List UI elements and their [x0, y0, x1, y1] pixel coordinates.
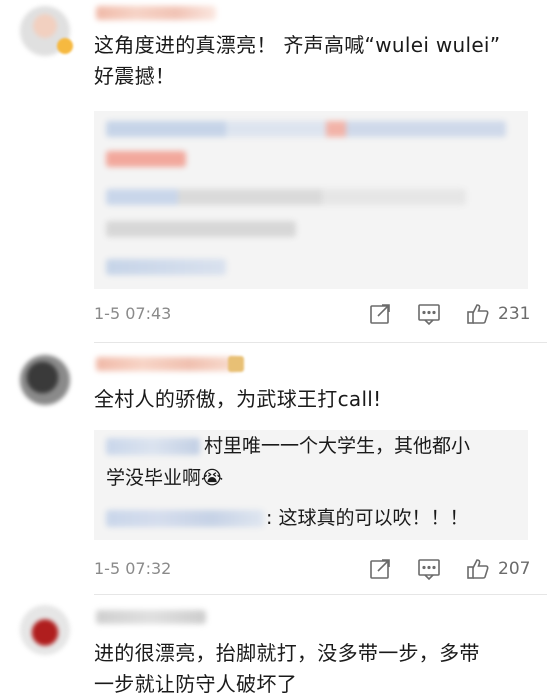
- reply-box[interactable]: [94, 111, 528, 289]
- username[interactable]: [96, 357, 236, 371]
- comment-text: 这角度进的真漂亮！ 齐声高喊“wulei wulei” 好震撼！: [94, 30, 534, 92]
- like-count: 231: [498, 304, 531, 324]
- reply-username[interactable]: [106, 510, 264, 527]
- reply-blurred-line: [106, 151, 186, 167]
- avatar[interactable]: [20, 605, 70, 655]
- verified-badge-icon: [57, 38, 73, 54]
- username[interactable]: [96, 610, 206, 624]
- thumbs-up-icon[interactable]: [466, 302, 490, 326]
- divider: [94, 594, 547, 595]
- meta-row: 1-5 07:43 231: [94, 302, 534, 326]
- comment-text-line: 好震撼！: [94, 64, 176, 88]
- reply-blurred-line: [106, 121, 506, 137]
- reply-blurred-line: [106, 259, 226, 275]
- share-icon[interactable]: [368, 302, 392, 326]
- avatar[interactable]: [20, 355, 70, 405]
- divider: [94, 342, 547, 343]
- crying-emoji-icon: 😭: [201, 467, 224, 489]
- comment-time: 1-5 07:32: [94, 559, 172, 578]
- comment-text-line: 这角度进的真漂亮！ 齐声高喊“wulei wulei”: [94, 33, 501, 57]
- reply-box[interactable]: 村里唯一一个大学生，其他都小 学没毕业啊😭 : 这球真的可以吹！！！: [94, 430, 528, 540]
- like-count: 207: [498, 559, 531, 579]
- comment-icon[interactable]: [417, 557, 441, 581]
- reply-text-line: 村里唯一一个大学生，其他都小: [204, 435, 471, 457]
- comment-text: 全村人的骄傲，为武球王打call!: [94, 384, 534, 415]
- meta-row: 1-5 07:32 207: [94, 557, 534, 581]
- reply-username[interactable]: [106, 438, 200, 455]
- username[interactable]: [96, 6, 216, 20]
- comment-icon[interactable]: [417, 302, 441, 326]
- comment-text-line: 一步就让防守人破坏了: [94, 672, 297, 696]
- comment-time: 1-5 07:43: [94, 304, 172, 323]
- vip-badge-icon: [228, 356, 244, 372]
- thumbs-up-icon[interactable]: [466, 557, 490, 581]
- reply-text-line: : 这球真的可以吹！！！: [266, 507, 469, 529]
- comment-text: 进的很漂亮，抬脚就打，没多带一步，多带 一步就让防守人破坏了: [94, 638, 534, 700]
- reply-blurred-line: [106, 189, 466, 205]
- reply-text: 学没毕业啊: [106, 467, 202, 489]
- share-icon[interactable]: [368, 557, 392, 581]
- comment-text-line: 进的很漂亮，抬脚就打，没多带一步，多带: [94, 641, 480, 665]
- reply-text-line: 学没毕业啊😭: [106, 464, 223, 492]
- reply-blurred-line: [106, 221, 296, 237]
- comment-text-line: 全村人的骄傲，为武球王打call!: [94, 387, 382, 411]
